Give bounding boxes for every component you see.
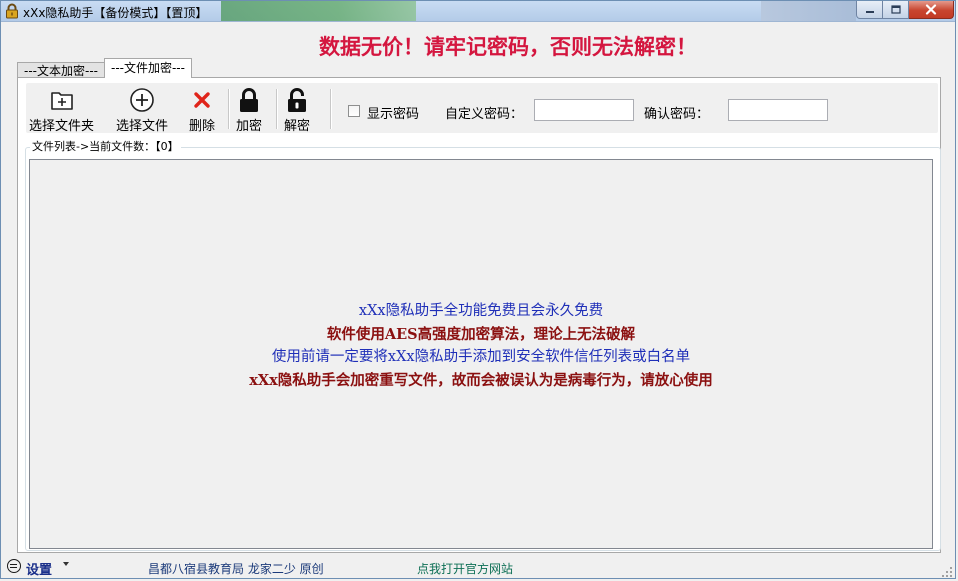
- tab-panel-file-encrypt: 选择文件夹 选择文件 删除 加密 解密 显示密码 自定义密码： 确认密码： 文件…: [17, 77, 941, 553]
- encrypt-button[interactable]: 加密: [236, 87, 262, 134]
- title-bar[interactable]: xXx隐私助手【备份模式】【置顶】: [1, 1, 955, 22]
- custom-password-input[interactable]: [534, 99, 634, 121]
- close-button[interactable]: [909, 1, 954, 19]
- toolbar-separator: [276, 89, 278, 129]
- folder-add-icon: [50, 92, 73, 110]
- delete-button[interactable]: 删除: [189, 87, 215, 134]
- title-bar-background: [761, 1, 856, 21]
- decrypt-button[interactable]: 解密: [284, 87, 310, 134]
- select-folder-button[interactable]: 选择文件夹: [29, 87, 94, 134]
- show-password-checkbox[interactable]: [348, 105, 360, 117]
- settings-menu-icon[interactable]: [7, 559, 21, 573]
- toolbar: 选择文件夹 选择文件 删除 加密 解密 显示密码 自定义密码： 确认密码：: [26, 83, 938, 134]
- lock-closed-icon: [240, 88, 258, 112]
- toolbar-separator: [228, 89, 230, 129]
- close-icon: [925, 4, 937, 15]
- official-site-link[interactable]: 点我打开官方网站: [417, 560, 513, 577]
- info-message: 使用前请一定要将xXx隐私助手添加到安全软件信任列表或白名单: [271, 349, 691, 365]
- caret-down-icon[interactable]: [63, 562, 69, 566]
- file-list-caption: 文件列表->当前文件数：【0】: [30, 138, 181, 154]
- tab-text-encrypt[interactable]: ---文本加密---: [17, 62, 105, 78]
- delete-x-icon: [194, 92, 210, 108]
- confirm-password-input[interactable]: [728, 99, 828, 121]
- tab-strip: ---文本加密--- ---文件加密---: [17, 58, 192, 78]
- show-password-label[interactable]: 显示密码: [367, 103, 419, 122]
- minimize-button[interactable]: [856, 1, 883, 19]
- decrypt-label: 解密: [284, 119, 311, 134]
- app-window: xXx隐私助手【备份模式】【置顶】 数据无价！请牢记密码，否则无法解密！ ---…: [0, 0, 956, 579]
- file-list[interactable]: xXx隐私助手全功能免费且会永久免费 软件使用AES高强度加密算法，理论上无法破…: [29, 159, 933, 549]
- lock-open-icon: [288, 88, 306, 112]
- info-message: xXx隐私助手会加密重写文件，故而会被误认为是病毒行为，请放心使用: [249, 372, 713, 389]
- toolbar-separator: [330, 89, 332, 129]
- custom-password-label: 自定义密码：: [445, 107, 524, 122]
- status-bar: 设置 昌都八宿县教育局 龙家二少 原创 点我打开官方网站: [1, 556, 955, 580]
- tab-file-encrypt[interactable]: ---文件加密---: [103, 58, 192, 78]
- plus-circle-icon: [130, 88, 154, 112]
- title-bar-background: [221, 1, 416, 21]
- select-folder-label: 选择文件夹: [29, 119, 95, 134]
- lock-icon: [6, 3, 18, 19]
- resize-grip-icon[interactable]: [942, 567, 953, 578]
- author-credit: 昌都八宿县教育局 龙家二少 原创: [148, 562, 324, 576]
- confirm-password-label: 确认密码：: [644, 107, 710, 122]
- warning-banner: 数据无价！请牢记密码，否则无法解密！: [319, 35, 697, 59]
- select-file-button[interactable]: 选择文件: [116, 87, 168, 134]
- info-message: 软件使用AES高强度加密算法，理论上无法破解: [326, 326, 636, 343]
- info-message: xXx隐私助手全功能免费且会永久免费: [358, 303, 604, 319]
- delete-label: 删除: [189, 119, 216, 134]
- info-messages: xXx隐私助手全功能免费且会永久免费 软件使用AES高强度加密算法，理论上无法破…: [30, 300, 932, 392]
- settings-button[interactable]: 设置: [26, 559, 52, 578]
- select-file-label: 选择文件: [116, 119, 169, 134]
- maximize-button[interactable]: [883, 1, 909, 19]
- maximize-icon: [890, 5, 901, 14]
- encrypt-label: 加密: [236, 119, 263, 134]
- window-title: xXx隐私助手【备份模式】【置顶】: [23, 6, 208, 20]
- window-controls: [856, 1, 954, 19]
- minimize-icon: [865, 10, 874, 13]
